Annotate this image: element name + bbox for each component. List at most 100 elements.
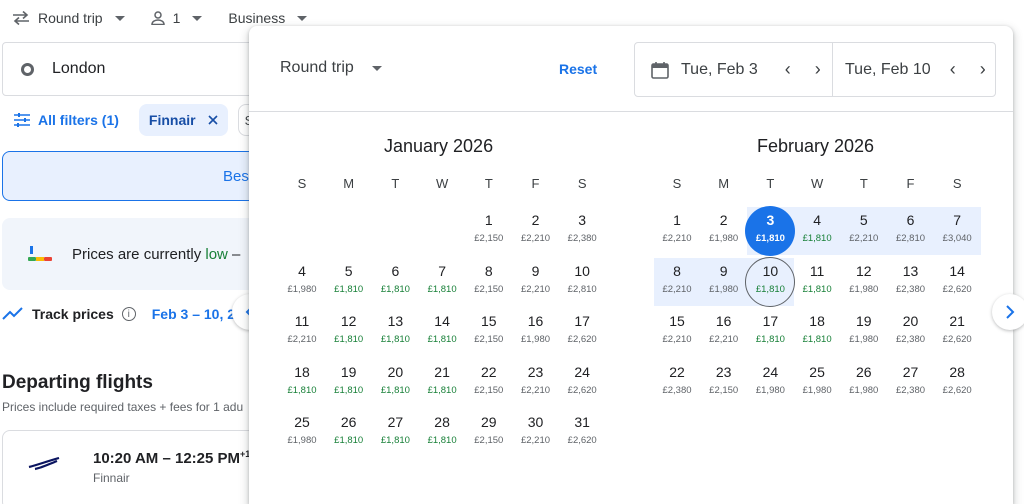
calendar-day[interactable]: 11 £1,810 [794, 257, 840, 307]
chevron-right-icon[interactable]: › [975, 59, 991, 80]
day-price: £1,980 [849, 384, 879, 396]
calendar-day[interactable]: 10 £2,810 [559, 257, 605, 307]
origin-input[interactable]: London [2, 42, 282, 96]
cabin-class-select[interactable]: Business [228, 10, 308, 26]
calendar-day[interactable]: 2 £1,980 [701, 206, 747, 256]
depart-date-field[interactable]: Tue, Feb 3 ‹ › [635, 43, 833, 96]
calendar-day[interactable]: 12 £1,980 [841, 257, 887, 307]
calendar-day[interactable]: 3 £2,380 [559, 206, 605, 256]
calendar-day[interactable]: 9 £1,980 [701, 257, 747, 307]
calendar-day[interactable]: 28 £1,810 [419, 408, 465, 458]
calendar-day[interactable]: 28 £2,620 [934, 358, 980, 408]
calendar-day[interactable]: 17 £1,810 [747, 307, 793, 357]
calendar-day[interactable]: 26 £1,980 [841, 358, 887, 408]
airline-name: Finnair [93, 471, 130, 485]
chevron-left-icon[interactable]: ‹ [780, 59, 796, 80]
day-price: £1,810 [334, 283, 364, 295]
weekday-label: M [718, 176, 730, 191]
day-number: 24 [762, 363, 779, 380]
chevron-right-icon[interactable]: › [810, 59, 826, 80]
calendar-day[interactable]: 25 £1,980 [794, 358, 840, 408]
calendar-day[interactable]: 17 £2,620 [559, 307, 605, 357]
calendar-day[interactable]: 19 £1,980 [841, 307, 887, 357]
day-number: 29 [481, 414, 497, 430]
calendar-day[interactable]: 24 £1,980 [747, 358, 793, 408]
day-number: 17 [762, 313, 779, 329]
day-number: 20 [387, 363, 404, 380]
calendar-day[interactable]: 12 £1,810 [326, 307, 372, 357]
calendar-day[interactable]: 4 £1,980 [279, 257, 325, 307]
calendar-day[interactable]: 21 £1,810 [419, 358, 465, 408]
day-price: £1,810 [802, 283, 832, 295]
next-month-button[interactable] [992, 294, 1024, 330]
passengers-select[interactable]: 1 [150, 10, 203, 26]
calendar-day[interactable]: 21 £2,620 [934, 307, 980, 357]
all-filters-button[interactable]: All filters (1) [0, 104, 129, 136]
info-icon[interactable]: i [121, 307, 136, 321]
calendar-day[interactable]: 24 £2,620 [559, 358, 605, 408]
calendar-day[interactable]: 6 £2,810 [888, 206, 934, 256]
calendar-day[interactable]: 1 £2,150 [466, 206, 512, 256]
day-number: 20 [902, 313, 919, 329]
calendar-day[interactable]: 16 £2,210 [701, 307, 747, 357]
popup-trip-type-select[interactable]: Round trip [280, 59, 382, 77]
calendar-day[interactable]: 5 £1,810 [326, 257, 372, 307]
close-icon[interactable] [208, 115, 218, 125]
calendar-day[interactable]: 20 £2,380 [888, 307, 934, 357]
calendar-day[interactable]: 13 £1,810 [372, 307, 418, 357]
calendar-day[interactable]: 14 £2,620 [934, 257, 980, 307]
calendar-day[interactable]: 7 £1,810 [419, 257, 465, 307]
track-dates[interactable]: Feb 3 – 10, 20 [152, 306, 243, 322]
calendar-day[interactable]: 23 £2,210 [513, 358, 559, 408]
calendar-day[interactable]: 30 £2,210 [513, 408, 559, 458]
calendar-day[interactable]: 31 £2,620 [559, 408, 605, 458]
calendar-day[interactable]: 15 £2,150 [466, 307, 512, 357]
calendar-day[interactable]: 9 £2,210 [513, 257, 559, 307]
calendar-day[interactable]: 16 £1,980 [513, 307, 559, 357]
calendar-day[interactable]: 11 £2,210 [279, 307, 325, 357]
trip-type-select[interactable]: Round trip [12, 10, 125, 26]
calendar-day[interactable]: 10 £1,810 [747, 257, 793, 307]
airline-filter-chip[interactable]: Finnair [138, 104, 228, 136]
day-number: 23 [527, 363, 544, 380]
calendar-day[interactable]: 22 £2,150 [466, 358, 512, 408]
day-number: 14 [949, 262, 965, 279]
calendar-day[interactable]: 14 £1,810 [419, 307, 465, 357]
calendar-day[interactable]: 8 £2,210 [654, 257, 700, 307]
calendar-day[interactable]: 18 £1,810 [794, 307, 840, 357]
calendar-day[interactable]: 5 £2,210 [841, 206, 887, 256]
calendar-day[interactable]: 18 £1,810 [279, 358, 325, 408]
day-price: £2,380 [895, 283, 926, 295]
return-date-field[interactable]: Tue, Feb 10 ‹ › [833, 43, 991, 96]
reset-button[interactable]: Reset [559, 61, 597, 77]
calendar-day[interactable]: 27 £2,380 [888, 358, 934, 408]
calendar-day[interactable]: 1 £2,210 [654, 206, 700, 256]
calendar-day[interactable]: 25 £1,980 [279, 408, 325, 458]
best-tab-label: Bes [223, 167, 249, 185]
day-number: 26 [340, 414, 357, 430]
calendar-day[interactable]: 8 £2,150 [466, 257, 512, 307]
calendar-day[interactable]: 3 £1,810 [747, 206, 793, 256]
calendar-day[interactable]: 27 £1,810 [372, 408, 418, 458]
trip-type-label: Round trip [280, 59, 354, 76]
calendar-day[interactable]: 23 £2,150 [701, 358, 747, 408]
day-number: 10 [762, 262, 779, 279]
day-number: 15 [481, 313, 497, 329]
calendar-day[interactable]: 29 £2,150 [466, 408, 512, 458]
calendar-day[interactable]: 26 £1,810 [326, 408, 372, 458]
calendar-day[interactable]: 13 £2,380 [888, 257, 934, 307]
day-number: 21 [434, 363, 450, 380]
chevron-down-icon [371, 65, 382, 71]
calendar-day[interactable]: 6 £1,810 [372, 257, 418, 307]
calendar-day[interactable]: 4 £1,810 [794, 206, 840, 256]
finnair-logo-icon [28, 457, 60, 471]
calendar-day[interactable]: 15 £2,210 [654, 307, 700, 357]
calendar-day[interactable]: 2 £2,210 [513, 206, 559, 256]
chevron-left-icon[interactable]: ‹ [945, 59, 961, 80]
day-price: £2,210 [520, 384, 551, 396]
calendar-day[interactable]: 7 £3,040 [934, 206, 980, 256]
calendar-day[interactable]: 19 £1,810 [326, 358, 372, 408]
day-price: £1,980 [709, 283, 739, 295]
calendar-day[interactable]: 22 £2,380 [654, 358, 700, 408]
calendar-day[interactable]: 20 £1,810 [372, 358, 418, 408]
